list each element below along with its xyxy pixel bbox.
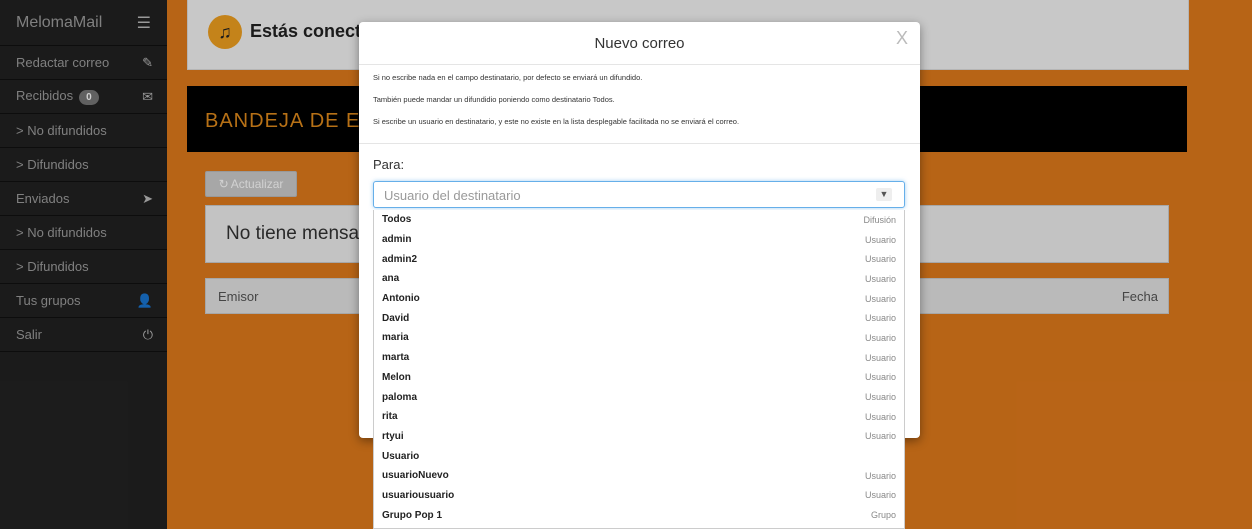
option-name: paloma <box>382 391 418 403</box>
option-name: rita <box>382 411 398 423</box>
list-item[interactable]: maria Usuario <box>374 328 904 348</box>
option-type: Usuario <box>864 352 896 363</box>
option-type: Difusión <box>863 214 896 225</box>
list-item[interactable]: rtyui Usuario <box>374 427 904 447</box>
list-item[interactable]: David Usuario <box>374 308 904 328</box>
info-text: Si no escribe nada en el campo destinata… <box>373 73 643 82</box>
info-text: Si escribe un usuario en destinatario, y… <box>373 117 740 126</box>
option-type: Usuario <box>864 392 896 403</box>
option-name: admin <box>382 234 412 246</box>
list-item[interactable]: Grupo Pop 1 Grupo <box>374 505 904 525</box>
list-item[interactable]: usuarioNuevo Usuario <box>374 466 904 486</box>
option-type: Usuario <box>864 372 896 383</box>
list-item[interactable]: usuariousuario Usuario <box>374 486 904 506</box>
option-name: Grupo Pop 1 <box>382 509 442 521</box>
option-name: Antonio <box>382 293 420 305</box>
list-item[interactable]: admin Usuario <box>374 230 904 250</box>
option-name: Melon <box>382 371 411 383</box>
list-item[interactable]: Todos Difusión <box>374 210 904 230</box>
option-type: Usuario <box>864 234 896 245</box>
option-name: David <box>382 312 410 324</box>
option-type: Usuario <box>864 273 896 284</box>
list-item[interactable]: admin2 Usuario <box>374 249 904 269</box>
option-name: Todos <box>382 214 412 226</box>
option-type: Usuario <box>864 411 896 422</box>
modal-info: Si no escribe nada en el campo destinata… <box>359 65 920 144</box>
option-name: Usuario <box>382 450 420 462</box>
option-name: maria <box>382 332 409 344</box>
list-item[interactable]: Usuario <box>374 446 904 466</box>
option-type: Usuario <box>864 254 896 265</box>
list-item[interactable]: paloma Usuario <box>374 387 904 407</box>
modal-title: Nuevo correo <box>594 35 685 52</box>
modal-header: Nuevo correo X <box>359 22 920 65</box>
option-type: Usuario <box>864 490 896 501</box>
option-name: usuariousuario <box>382 489 455 501</box>
option-type: Usuario <box>864 293 896 304</box>
list-item[interactable]: rita Usuario <box>374 407 904 427</box>
option-name: admin2 <box>382 253 418 265</box>
list-item[interactable]: Antonio Usuario <box>374 289 904 309</box>
list-item[interactable]: Melon Usuario <box>374 368 904 388</box>
option-name: marta <box>382 352 410 364</box>
list-item[interactable]: marta Usuario <box>374 348 904 368</box>
option-type: Usuario <box>864 431 896 442</box>
option-type: Usuario <box>864 332 896 343</box>
info-text: También puede mandar un difundidio ponie… <box>373 95 615 104</box>
to-label: Para: <box>373 157 405 172</box>
option-name: rtyui <box>382 430 404 442</box>
option-type: Grupo <box>870 510 896 521</box>
recipient-placeholder: Usuario del destinatario <box>384 188 521 203</box>
option-type: Usuario <box>864 470 896 481</box>
option-type: Usuario <box>864 313 896 324</box>
option-name: usuarioNuevo <box>382 470 449 482</box>
option-name: ana <box>382 273 400 285</box>
recipient-dropdown-list: Todos Difusión admin Usuario admin2 Usuario… <box>373 210 905 529</box>
list-item[interactable]: ana Usuario <box>374 269 904 289</box>
close-icon[interactable]: X <box>896 28 908 49</box>
caret-down-icon[interactable]: ▼ <box>876 188 892 201</box>
recipient-select[interactable]: Usuario del destinatario ▼ <box>373 181 905 208</box>
